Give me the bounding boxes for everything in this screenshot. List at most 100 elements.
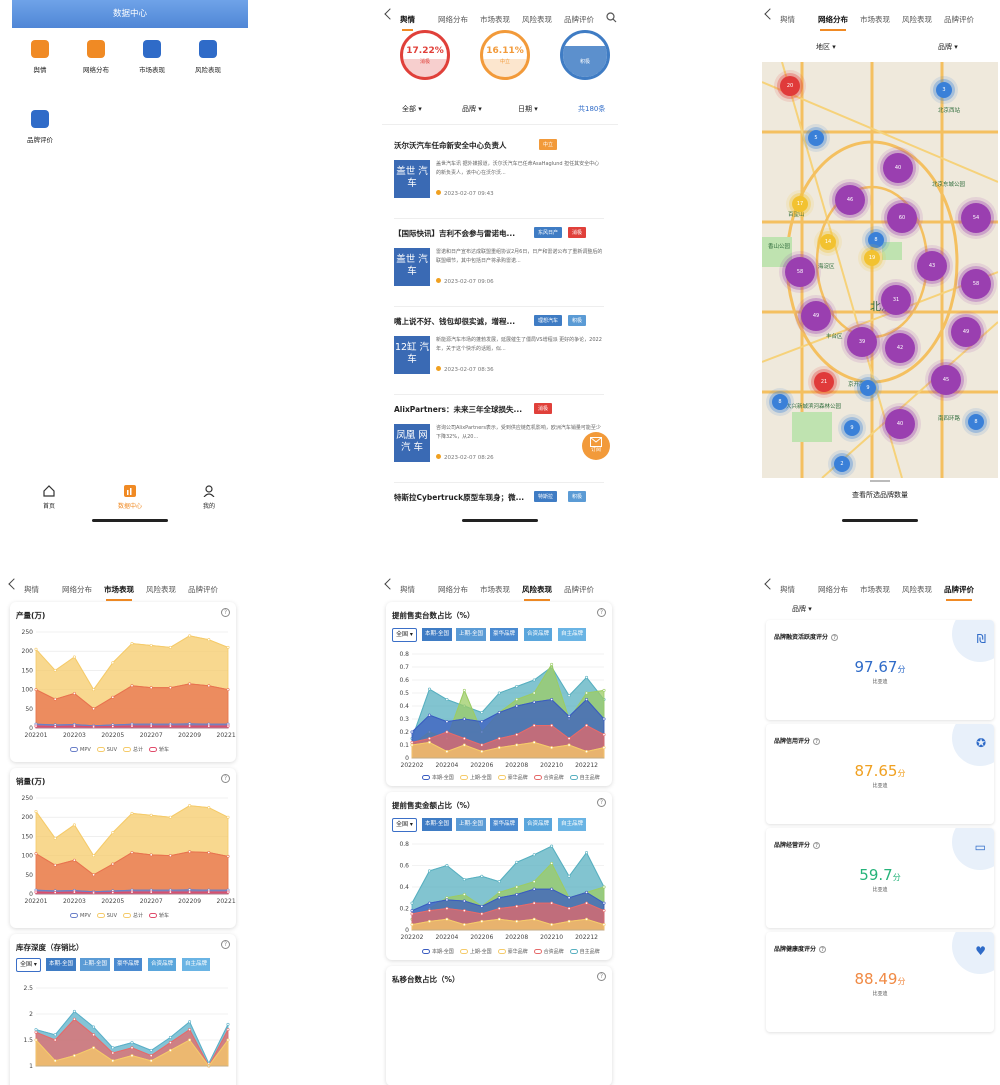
sheet-handle[interactable] xyxy=(870,480,890,482)
map-cluster-marker[interactable]: 49 xyxy=(951,317,981,347)
map[interactable]: 北京西站 北京东城公园 香山公园 海淀区 百望山 北京 丰台区 南四环路 大兴新城滨河森林公园京… xyxy=(762,62,998,478)
legend-item[interactable]: 本期-全国 xyxy=(422,775,454,781)
tab-4[interactable]: 品牌评价 xyxy=(944,584,974,601)
tab-1[interactable]: 网络分布 xyxy=(438,14,468,25)
legend-item[interactable]: 自主品牌 xyxy=(569,775,600,781)
back-icon[interactable] xyxy=(764,8,776,20)
tab-2[interactable]: 市场表现 xyxy=(860,584,890,595)
tab-0[interactable]: 舆情 xyxy=(400,14,415,31)
tab-3[interactable]: 风险表现 xyxy=(902,584,932,595)
map-cluster-marker[interactable]: 31 xyxy=(881,285,911,315)
tab-4[interactable]: 品牌评价 xyxy=(564,14,594,25)
filter-brand[interactable]: 品牌 ▾ xyxy=(792,604,812,614)
legend-item[interactable]: 豪华品牌 xyxy=(497,949,528,955)
help-icon[interactable]: ? xyxy=(813,842,821,849)
subscribe-float-button[interactable]: 订阅 xyxy=(582,432,610,460)
filter-button-0[interactable]: 本期-全国 xyxy=(46,958,76,971)
map-cluster-marker[interactable]: 60 xyxy=(887,203,917,233)
filter-button-0[interactable]: 本期-全国 xyxy=(422,628,452,641)
filter-button-0[interactable]: 本期-全国 xyxy=(422,818,452,831)
help-icon[interactable]: ? xyxy=(831,634,839,641)
news-item[interactable]: 【国际快讯】吉利不会参与雷诺电... 东风日产 消极 盖世 汽车 雷诺和日产宣布达成联盟… xyxy=(394,227,604,308)
filter-button-4[interactable]: 自主品牌 xyxy=(182,958,211,971)
map-cluster-marker[interactable]: 8 xyxy=(868,232,884,248)
map-cluster-marker[interactable]: 58 xyxy=(961,269,991,299)
filter-button-4[interactable]: 自主品牌 xyxy=(558,818,587,831)
map-cluster-marker[interactable]: 46 xyxy=(835,185,865,215)
tab-0[interactable]: 舆情 xyxy=(400,584,415,595)
back-icon[interactable] xyxy=(8,578,20,590)
filter-brand[interactable]: 品牌 ▾ xyxy=(462,104,482,114)
menu-item-2[interactable]: 市场表现 xyxy=(124,40,180,74)
help-icon[interactable]: ? xyxy=(597,798,606,807)
tab-0[interactable]: 舆情 xyxy=(24,584,39,595)
score-card[interactable]: ✪ 品牌信用评分? 87.65分 比亚迪 xyxy=(766,724,994,824)
map-cluster-marker[interactable]: 39 xyxy=(847,327,877,357)
map-cluster-marker[interactable]: 21 xyxy=(814,372,834,392)
filter-button-2[interactable]: 豪华品牌 xyxy=(490,628,519,641)
filter-button-2[interactable]: 豪华品牌 xyxy=(114,958,143,971)
legend-item[interactable]: 总计 xyxy=(123,913,143,919)
tab-1[interactable]: 网络分布 xyxy=(438,584,468,595)
legend-item[interactable]: 自主品牌 xyxy=(569,949,600,955)
legend-item[interactable]: SUV xyxy=(96,913,117,919)
legend-item[interactable]: SUV xyxy=(96,747,117,753)
map-cluster-marker[interactable]: 17 xyxy=(792,196,808,212)
map-cluster-marker[interactable]: 5 xyxy=(808,130,824,146)
filter-button-1[interactable]: 上期-全国 xyxy=(456,818,486,831)
sentiment-gauge-0[interactable]: 17.22% 消极 xyxy=(400,30,450,80)
tab-4[interactable]: 品牌评价 xyxy=(188,584,218,595)
tab-4[interactable]: 品牌评价 xyxy=(944,14,974,25)
map-cluster-marker[interactable]: 8 xyxy=(772,394,788,410)
legend-item[interactable]: MPV xyxy=(70,747,91,753)
region-select[interactable]: 全国 ▾ xyxy=(16,958,41,972)
nav-home[interactable]: 首页 xyxy=(34,482,64,510)
map-cluster-marker[interactable]: 8 xyxy=(968,414,984,430)
map-cluster-marker[interactable]: 58 xyxy=(785,257,815,287)
tab-3[interactable]: 风险表现 xyxy=(902,14,932,25)
filter-button-1[interactable]: 上期-全国 xyxy=(456,628,486,641)
back-icon[interactable] xyxy=(764,578,776,590)
help-icon[interactable]: ? xyxy=(813,738,821,745)
news-item[interactable]: 嘴上说不好、钱包却很实诚，增程... 理想汽车 积极 12缸 汽车 新能源汽车市场的蓬勃… xyxy=(394,315,604,396)
tab-3[interactable]: 风险表现 xyxy=(146,584,176,595)
filter-date[interactable]: 日期 ▾ xyxy=(518,104,538,114)
tab-2[interactable]: 市场表现 xyxy=(104,584,134,601)
filter-button-1[interactable]: 上期-全国 xyxy=(80,958,110,971)
news-item[interactable]: 沃尔沃汽车任命新安全中心负责人 中立 盖世 汽车 盖世汽车讯 据外媒报道，沃尔沃汽车已… xyxy=(394,139,604,220)
menu-item-0[interactable]: 舆情 xyxy=(12,40,68,74)
filter-button-3[interactable]: 合资品牌 xyxy=(524,628,553,641)
legend-item[interactable]: 本期-全国 xyxy=(422,949,454,955)
map-cluster-marker[interactable]: 20 xyxy=(780,76,800,96)
tab-0[interactable]: 舆情 xyxy=(780,584,795,595)
nav-mine[interactable]: 我的 xyxy=(194,482,224,510)
map-cluster-marker[interactable]: 19 xyxy=(864,250,880,266)
legend-item[interactable]: 合资品牌 xyxy=(533,775,564,781)
tab-2[interactable]: 市场表现 xyxy=(480,14,510,25)
news-item[interactable]: 特斯拉Cybertruck原型车现身；微... 特斯拉 积极 xyxy=(394,491,604,528)
search-icon[interactable] xyxy=(606,12,617,23)
map-cluster-marker[interactable]: 9 xyxy=(844,420,860,436)
tab-3[interactable]: 风险表现 xyxy=(522,584,552,601)
back-icon[interactable] xyxy=(384,578,396,590)
sentiment-gauge-1[interactable]: 16.11% 中立 xyxy=(480,30,530,80)
legend-item[interactable]: 合资品牌 xyxy=(533,949,564,955)
score-card[interactable]: ▭ 品牌经营评分? 59.7分 比亚迪 xyxy=(766,828,994,928)
legend-item[interactable]: 轿车 xyxy=(149,913,169,919)
tab-0[interactable]: 舆情 xyxy=(780,14,795,25)
map-cluster-marker[interactable]: 45 xyxy=(931,365,961,395)
menu-item-1[interactable]: 网络分布 xyxy=(68,40,124,74)
filter-button-4[interactable]: 自主品牌 xyxy=(558,628,587,641)
menu-item-4[interactable]: 品牌评价 xyxy=(12,110,68,144)
filter-brand[interactable]: 品牌 ▾ xyxy=(938,42,958,52)
tab-4[interactable]: 品牌评价 xyxy=(564,584,594,595)
filter-region[interactable]: 地区 ▾ xyxy=(816,42,836,52)
filter-all[interactable]: 全部 ▾ xyxy=(402,104,422,114)
map-cluster-marker[interactable]: 54 xyxy=(961,203,991,233)
help-icon[interactable]: ? xyxy=(221,608,230,617)
region-select[interactable]: 全国 ▾ xyxy=(392,628,417,642)
tab-1[interactable]: 网络分布 xyxy=(818,14,848,31)
region-select[interactable]: 全国 ▾ xyxy=(392,818,417,832)
tab-3[interactable]: 风险表现 xyxy=(522,14,552,25)
view-brand-count-link[interactable]: 查看所选品牌数量 xyxy=(762,490,998,500)
